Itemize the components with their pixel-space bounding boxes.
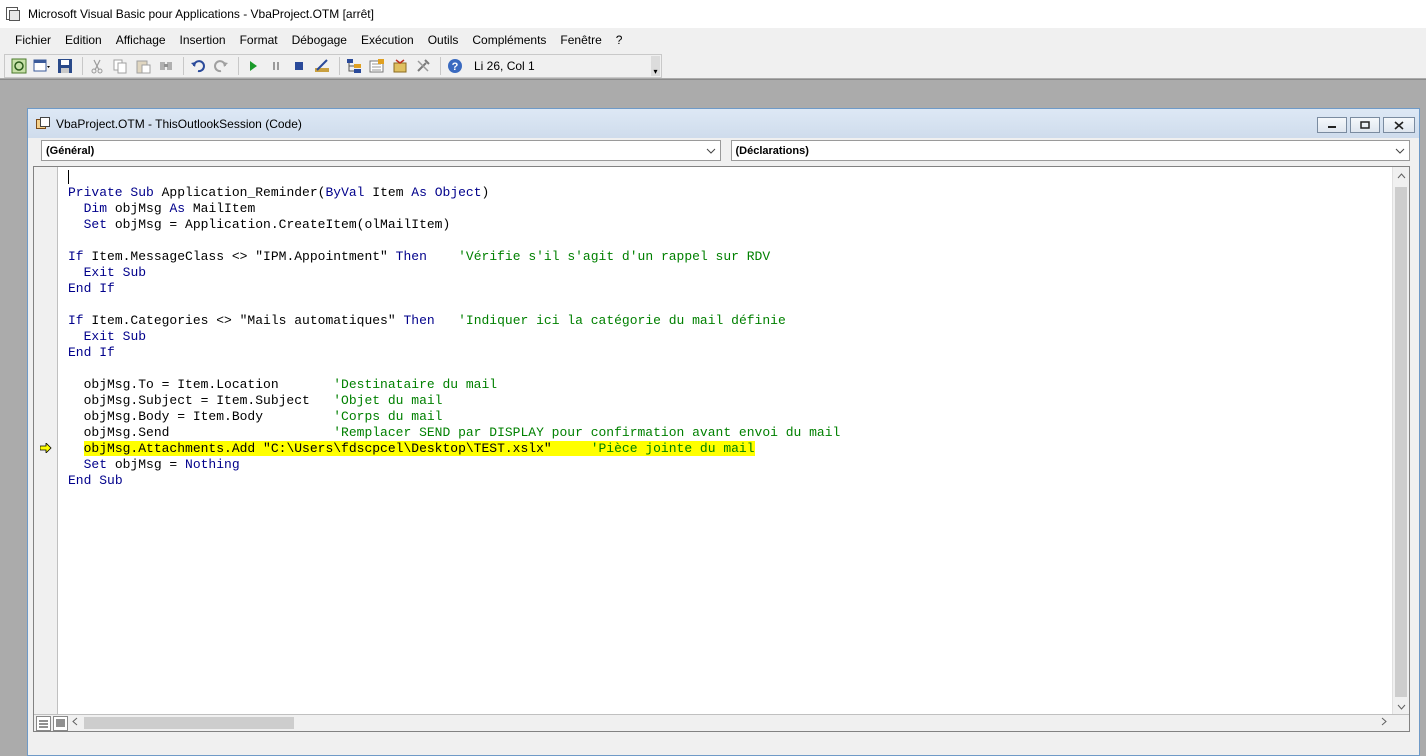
reset-icon[interactable]: [289, 56, 309, 76]
code-line: Dim objMsg As MailItem: [83, 201, 256, 216]
design-mode-icon[interactable]: [312, 56, 332, 76]
code-text[interactable]: Private Sub Application_Reminder(ByVal I…: [68, 169, 1398, 713]
chevron-down-icon: [706, 146, 716, 156]
menu-edition[interactable]: Edition: [58, 33, 109, 47]
svg-text:?: ?: [452, 61, 459, 73]
paste-icon[interactable]: [133, 56, 153, 76]
menu-fenetre[interactable]: Fenêtre: [553, 33, 608, 47]
code-line: objMsg.To = Item.Location 'Destinataire …: [68, 377, 498, 392]
horizontal-scrollbar-row: [34, 714, 1409, 731]
procedure-view-icon[interactable]: [36, 715, 51, 731]
current-execution-line: objMsg.Attachments.Add "C:\Users\fdscpce…: [83, 441, 755, 456]
menu-bar: Fichier Edition Affichage Insertion Form…: [0, 28, 1426, 52]
code-editor[interactable]: Private Sub Application_Reminder(ByVal I…: [33, 166, 1410, 732]
close-button[interactable]: [1383, 117, 1415, 133]
horizontal-scroll-thumb[interactable]: [84, 717, 294, 729]
menu-insertion[interactable]: Insertion: [173, 33, 233, 47]
properties-icon[interactable]: [367, 56, 387, 76]
menu-affichage[interactable]: Affichage: [109, 33, 173, 47]
toolbar-separator: [339, 57, 340, 75]
find-icon[interactable]: [156, 56, 176, 76]
execution-point-icon: [40, 443, 52, 453]
code-line: Exit Sub: [83, 329, 147, 344]
toolbar-separator: [238, 57, 239, 75]
toolbar-separator: [183, 57, 184, 75]
view-host-app-icon[interactable]: [9, 56, 29, 76]
undo-icon[interactable]: [188, 56, 208, 76]
code-line: End If: [68, 345, 115, 360]
save-icon[interactable]: [55, 56, 75, 76]
code-line: End If: [68, 281, 115, 296]
scroll-left-icon[interactable]: [68, 717, 82, 729]
code-line: [68, 169, 1398, 185]
menu-fichier[interactable]: Fichier: [8, 33, 58, 47]
toolbar-separator: [440, 57, 441, 75]
toolbox-icon[interactable]: [413, 56, 433, 76]
cursor-position: Li 26, Col 1: [474, 59, 535, 73]
vba-app-icon: [4, 5, 22, 23]
copy-icon[interactable]: [110, 56, 130, 76]
code-line: objMsg.Subject = Item.Subject 'Objet du …: [68, 393, 443, 408]
menu-execution[interactable]: Exécution: [354, 33, 421, 47]
vertical-scrollbar[interactable]: [1392, 167, 1409, 715]
minimize-button[interactable]: [1317, 117, 1347, 133]
code-window-title: VbaProject.OTM - ThisOutlookSession (Cod…: [56, 116, 302, 131]
app-title-bar: Microsoft Visual Basic pour Applications…: [0, 0, 1426, 28]
text-caret: [68, 169, 69, 184]
redo-icon[interactable]: [211, 56, 231, 76]
restore-button[interactable]: [1350, 117, 1380, 133]
code-window: VbaProject.OTM - ThisOutlookSession (Cod…: [27, 108, 1420, 756]
code-window-title-bar[interactable]: VbaProject.OTM - ThisOutlookSession (Cod…: [28, 109, 1419, 138]
code-line: Private Sub Application_Reminder(ByVal I…: [68, 185, 490, 200]
break-icon[interactable]: [266, 56, 286, 76]
insert-userform-icon[interactable]: [32, 56, 52, 76]
scroll-down-icon[interactable]: [1393, 698, 1410, 715]
object-combo-value: (Général): [46, 144, 95, 157]
code-line: If Item.MessageClass <> "IPM.Appointment…: [68, 249, 771, 264]
combo-row: (Général) (Déclarations): [28, 138, 1419, 163]
cut-icon[interactable]: [87, 56, 107, 76]
margin-indicator-bar[interactable]: [34, 167, 58, 715]
scroll-right-icon[interactable]: [1377, 717, 1391, 729]
code-line: End Sub: [68, 473, 123, 488]
menu-complements[interactable]: Compléments: [465, 33, 553, 47]
app-title: Microsoft Visual Basic pour Applications…: [28, 7, 374, 21]
procedure-combo[interactable]: (Déclarations): [730, 140, 1410, 161]
menu-debogage[interactable]: Débogage: [285, 33, 354, 47]
full-module-view-icon[interactable]: [53, 715, 68, 731]
toolbar-options-icon[interactable]: ▾: [651, 56, 660, 76]
procedure-combo-value: (Déclarations): [735, 144, 809, 157]
scroll-up-icon[interactable]: [1393, 167, 1409, 184]
chevron-down-icon: [1395, 146, 1405, 156]
module-icon: [36, 116, 50, 131]
object-combo[interactable]: (Général): [41, 140, 721, 161]
code-line: Set objMsg = Application.CreateItem(olMa…: [83, 217, 451, 232]
menu-outils[interactable]: Outils: [421, 33, 466, 47]
object-browser-icon[interactable]: [390, 56, 410, 76]
vertical-scroll-thumb[interactable]: [1395, 187, 1407, 697]
code-line: objMsg.Send 'Remplacer SEND par DISPLAY …: [68, 425, 841, 440]
help-icon[interactable]: ?: [445, 56, 465, 76]
toolbar-separator: [82, 57, 83, 75]
standard-toolbar: ? Li 26, Col 1 ▾: [4, 54, 662, 78]
menu-format[interactable]: Format: [233, 33, 285, 47]
code-line: Set objMsg = Nothing: [83, 457, 240, 472]
code-line: objMsg.Body = Item.Body 'Corps du mail: [68, 409, 443, 424]
code-line: Exit Sub: [83, 265, 147, 280]
menu-help[interactable]: ?: [609, 33, 630, 47]
run-icon[interactable]: [243, 56, 263, 76]
project-explorer-icon[interactable]: [344, 56, 364, 76]
code-line: If Item.Categories <> "Mails automatique…: [68, 313, 786, 328]
